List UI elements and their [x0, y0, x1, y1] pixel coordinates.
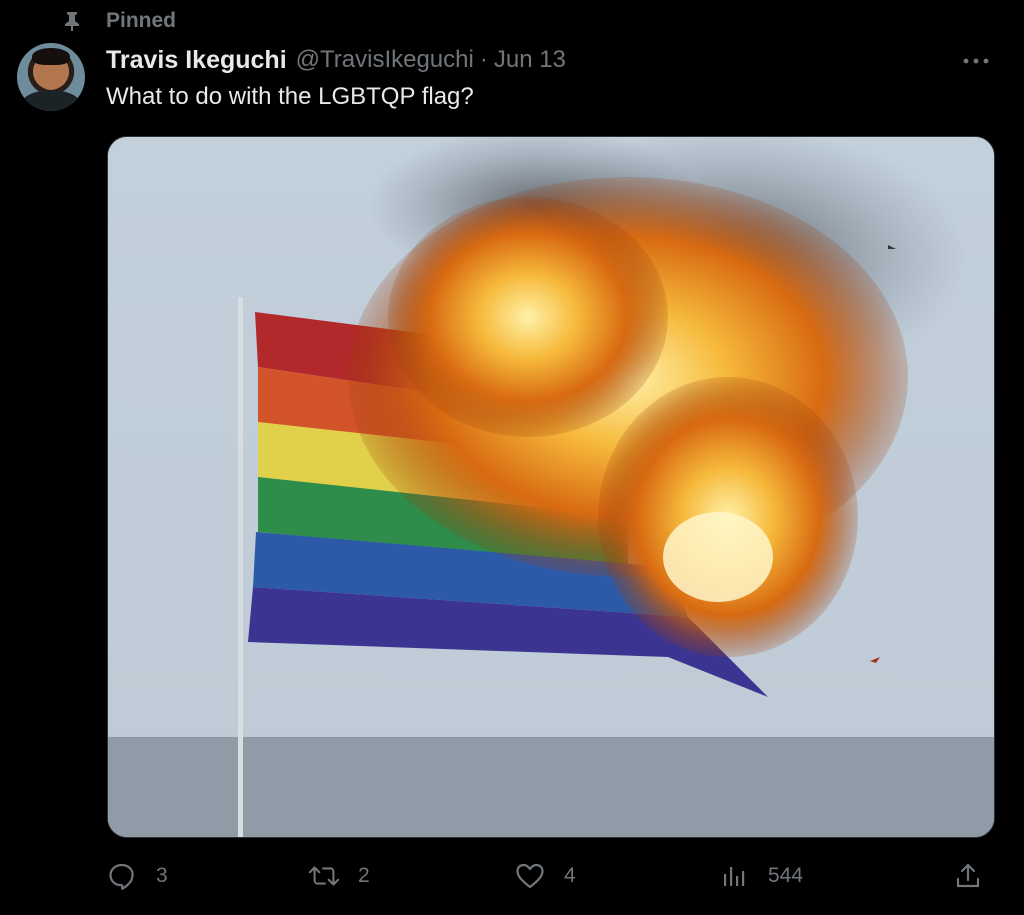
- tweet-actions-bar: 3 2 4 544: [106, 858, 986, 898]
- share-icon: [952, 860, 984, 892]
- retweet-count: 2: [358, 864, 370, 887]
- reply-icon: [106, 860, 138, 892]
- burning-rainbow-flag-photo: [108, 137, 994, 837]
- tweet-timestamp[interactable]: Jun 13: [494, 46, 566, 74]
- avatar[interactable]: [17, 43, 85, 111]
- pin-icon: [60, 9, 84, 33]
- like-button[interactable]: 4: [514, 858, 576, 894]
- heart-icon: [514, 860, 546, 892]
- tweet-text: What to do with the LGBTQP flag?: [106, 83, 474, 110]
- analytics-icon: [718, 860, 750, 892]
- views-button[interactable]: 544: [718, 858, 803, 894]
- share-button[interactable]: [952, 858, 984, 894]
- more-options-button[interactable]: [956, 45, 996, 75]
- more-dots-icon: [963, 51, 989, 69]
- retweet-icon: [308, 860, 340, 892]
- reply-button[interactable]: 3: [106, 858, 168, 894]
- tweet-media-image[interactable]: [107, 136, 995, 838]
- like-count: 4: [564, 864, 576, 887]
- tweet-header: Travis Ikeguchi @TravisIkeguchi · Jun 13: [106, 43, 566, 77]
- author-handle[interactable]: @TravisIkeguchi: [296, 46, 474, 74]
- separator-dot: ·: [479, 46, 488, 73]
- reply-count: 3: [156, 864, 168, 887]
- pinned-indicator: Pinned: [60, 6, 176, 36]
- author-display-name[interactable]: Travis Ikeguchi: [106, 46, 287, 75]
- retweet-button[interactable]: 2: [308, 858, 370, 894]
- views-count: 544: [768, 864, 804, 887]
- pinned-label: Pinned: [106, 9, 177, 32]
